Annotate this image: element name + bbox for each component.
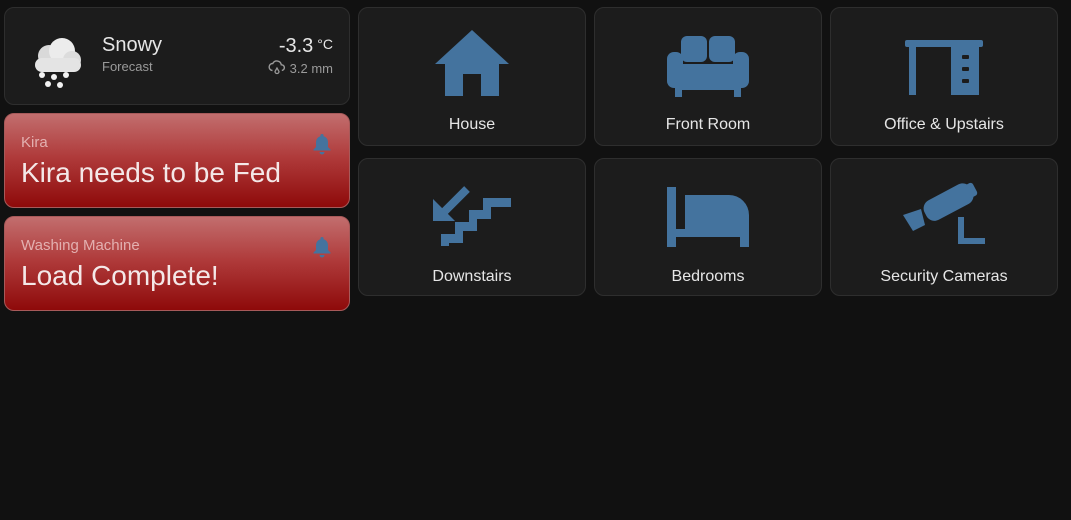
snowy-cloud-icon <box>35 38 81 88</box>
house-icon <box>435 30 509 96</box>
room-tile-downstairs[interactable]: Downstairs <box>358 158 586 296</box>
stairs-down-icon <box>433 186 511 246</box>
dashboard: Snowy Forecast -3.3 °C 3.2 mm Kira Kira n… <box>0 0 1071 520</box>
alert-message: Kira needs to be Fed <box>21 157 281 188</box>
room-tile-front-room[interactable]: Front Room <box>594 7 822 146</box>
weather-subtitle: Forecast <box>102 59 153 74</box>
temperature-unit: °C <box>317 36 333 52</box>
room-label: Bedrooms <box>671 268 745 285</box>
room-label: Security Cameras <box>880 268 1008 285</box>
weather-card[interactable]: Snowy Forecast -3.3 °C 3.2 mm <box>4 7 350 105</box>
room-label: Office & Upstairs <box>884 116 1004 133</box>
room-tile-office-upstairs[interactable]: Office & Upstairs <box>830 7 1058 146</box>
alert-card-washing-machine[interactable]: Washing Machine Load Complete! <box>4 216 350 311</box>
rain-cloud-icon <box>268 60 285 75</box>
bell-icon <box>313 134 331 155</box>
alert-label: Washing Machine <box>21 237 140 254</box>
desk-icon <box>905 40 983 95</box>
room-label: Front Room <box>665 116 751 133</box>
alert-label: Kira <box>21 134 48 151</box>
bed-icon <box>667 187 749 247</box>
weather-condition: Snowy <box>102 34 163 56</box>
room-tile-bedrooms[interactable]: Bedrooms <box>594 158 822 296</box>
temperature-value: -3.3 <box>278 35 314 57</box>
room-label: House <box>448 116 496 133</box>
room-tile-security-cameras[interactable]: Security Cameras <box>830 158 1058 296</box>
room-label: Downstairs <box>432 268 512 285</box>
weather-precipitation: 3.2 mm <box>268 60 333 76</box>
alert-card-kira[interactable]: Kira Kira needs to be Fed <box>4 113 350 208</box>
cctv-icon <box>903 182 985 244</box>
room-tile-house[interactable]: House <box>358 7 586 146</box>
bell-icon <box>313 237 331 258</box>
weather-temperature: -3.3 °C <box>279 35 333 58</box>
sofa-icon <box>667 36 749 97</box>
precipitation-value: 3.2 mm <box>289 60 333 76</box>
alert-message: Load Complete! <box>21 260 219 291</box>
